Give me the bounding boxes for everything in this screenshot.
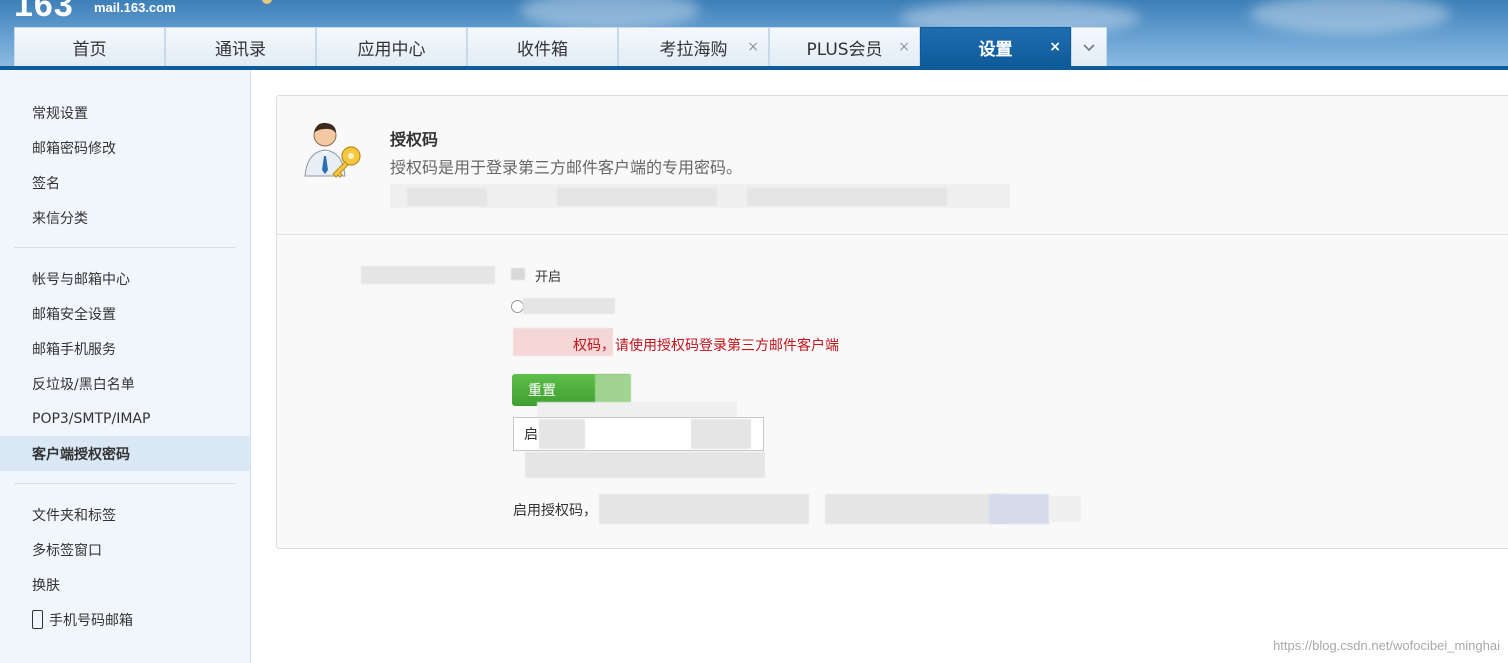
box-label: 启 xyxy=(524,427,538,443)
sidebar-item-folders-tags[interactable]: 文件夹和标签 xyxy=(0,497,250,532)
redacted-text xyxy=(525,452,765,478)
tab-label: 首页 xyxy=(72,40,107,60)
status-open-label: 开启 xyxy=(535,270,562,285)
tab-settings[interactable]: 设置 × xyxy=(920,27,1071,67)
sidebar-item-mobile-service[interactable]: 邮箱手机服务 xyxy=(0,331,250,366)
tab-home[interactable]: 首页 xyxy=(14,27,165,67)
header-cloud xyxy=(1250,0,1450,34)
sidebar-item-label: 常规设置 xyxy=(32,105,88,122)
sidebar-item-label: 反垃圾/黑白名单 xyxy=(32,376,135,393)
sidebar-item-antispam[interactable]: 反垃圾/黑白名单 xyxy=(0,366,250,401)
sidebar-item-label: 签名 xyxy=(32,175,60,192)
sidebar-item-label: 邮箱密码修改 xyxy=(32,140,116,157)
tab-label: 通讯录 xyxy=(215,40,266,60)
close-icon[interactable]: × xyxy=(1049,39,1061,55)
brand-logo[interactable]: 163 xyxy=(14,0,74,25)
sidebar-item-skin[interactable]: 换肤 xyxy=(0,567,250,602)
sidebar-item-label: 客户端授权密码 xyxy=(32,446,130,463)
panel-divider xyxy=(277,234,1508,235)
sidebar-item-label: 手机号码邮箱 xyxy=(49,612,133,629)
sidebar-item-label: 换肤 xyxy=(32,577,60,594)
close-icon[interactable]: × xyxy=(898,39,910,55)
reset-button-label: 重置 xyxy=(528,383,556,399)
tab-kaola[interactable]: 考拉海购 × xyxy=(618,27,769,67)
chevron-down-icon xyxy=(1083,43,1095,51)
sidebar-item-pop3-smtp-imap[interactable]: POP3/SMTP/IMAP xyxy=(0,401,250,436)
tab-label: PLUS会员 xyxy=(806,40,883,60)
sidebar-item-label: 邮箱手机服务 xyxy=(32,341,116,358)
page-title: 授权码 xyxy=(390,130,439,149)
redacted-text xyxy=(825,494,1005,524)
sidebar-item-password[interactable]: 邮箱密码修改 xyxy=(0,130,250,165)
redacted-text xyxy=(407,188,487,206)
notice-text: 权码，请使用授权码登录第三方邮件客户端 xyxy=(573,338,839,354)
redacted-text xyxy=(599,494,809,524)
redacted-text xyxy=(747,188,947,206)
sidebar-item-label: 来信分类 xyxy=(32,210,88,227)
tab-label: 考拉海购 xyxy=(659,40,728,60)
page-description: 授权码是用于登录第三方邮件客户端的专用密码。 xyxy=(390,158,743,177)
sidebar-item-signature[interactable]: 签名 xyxy=(0,165,250,200)
user-key-icon xyxy=(304,122,361,178)
sidebar-item-label: 帐号与邮箱中心 xyxy=(32,271,130,288)
sidebar-item-multi-tab[interactable]: 多标签窗口 xyxy=(0,532,250,567)
settings-sidebar: 常规设置 邮箱密码修改 签名 来信分类 帐号与邮箱中心 邮箱安全设置 邮箱手机服… xyxy=(0,70,251,663)
sidebar-divider xyxy=(14,483,236,484)
close-icon[interactable]: × xyxy=(747,39,759,55)
enable-auth-code-text: 启用授权码， xyxy=(513,503,597,519)
tab-inbox[interactable]: 收件箱 xyxy=(467,27,618,67)
redacted-text xyxy=(539,419,585,449)
redacted-label xyxy=(361,266,495,284)
sidebar-item-label: 文件夹和标签 xyxy=(32,507,116,524)
sidebar-item-label: 多标签窗口 xyxy=(32,542,102,559)
sidebar-item-phone-mailbox[interactable]: 手机号码邮箱 xyxy=(0,602,250,637)
redacted-text xyxy=(691,419,751,449)
sidebar-item-security[interactable]: 邮箱安全设置 xyxy=(0,296,250,331)
tab-contacts[interactable]: 通讯录 xyxy=(165,27,316,67)
sidebar-item-mail-filter[interactable]: 来信分类 xyxy=(0,200,250,235)
sidebar-divider xyxy=(14,247,236,248)
phone-icon xyxy=(32,610,43,629)
tab-label: 应用中心 xyxy=(357,40,426,60)
redacted-text xyxy=(1049,496,1081,522)
redacted-text xyxy=(557,188,717,206)
sidebar-item-label: POP3/SMTP/IMAP xyxy=(32,410,151,427)
redacted-text xyxy=(989,494,1049,524)
tab-app-center[interactable]: 应用中心 xyxy=(316,27,467,67)
main-tabs: 首页 通讯录 应用中心 收件箱 考拉海购 × PLUS会员 × 设置 × xyxy=(14,27,1107,67)
tab-overflow-button[interactable] xyxy=(1071,27,1107,67)
auth-code-panel: 授权码 授权码是用于登录第三方邮件客户端的专用密码。 开启 权码，请使用授权码登… xyxy=(276,95,1508,549)
watermark: https://blog.csdn.net/wofocibei_minghai xyxy=(1273,638,1500,653)
tab-label: 设置 xyxy=(978,40,1013,60)
header-cloud xyxy=(520,0,700,30)
brand-domain: mail.163.com xyxy=(94,0,176,15)
brand-decoration-icon xyxy=(262,0,272,4)
sidebar-item-client-auth-password[interactable]: 客户端授权密码 xyxy=(0,436,250,471)
tab-plus-member[interactable]: PLUS会员 × xyxy=(769,27,920,67)
tab-label: 收件箱 xyxy=(517,40,568,60)
redacted-text xyxy=(523,298,615,314)
sidebar-item-account-center[interactable]: 帐号与邮箱中心 xyxy=(0,261,250,296)
mail-header: 163 mail.163.com 首页 通讯录 应用中心 收件箱 考拉海购 × P… xyxy=(0,0,1508,70)
sidebar-item-general[interactable]: 常规设置 xyxy=(0,95,250,130)
radio-on[interactable] xyxy=(511,268,525,280)
sidebar-item-label: 邮箱安全设置 xyxy=(32,306,116,323)
